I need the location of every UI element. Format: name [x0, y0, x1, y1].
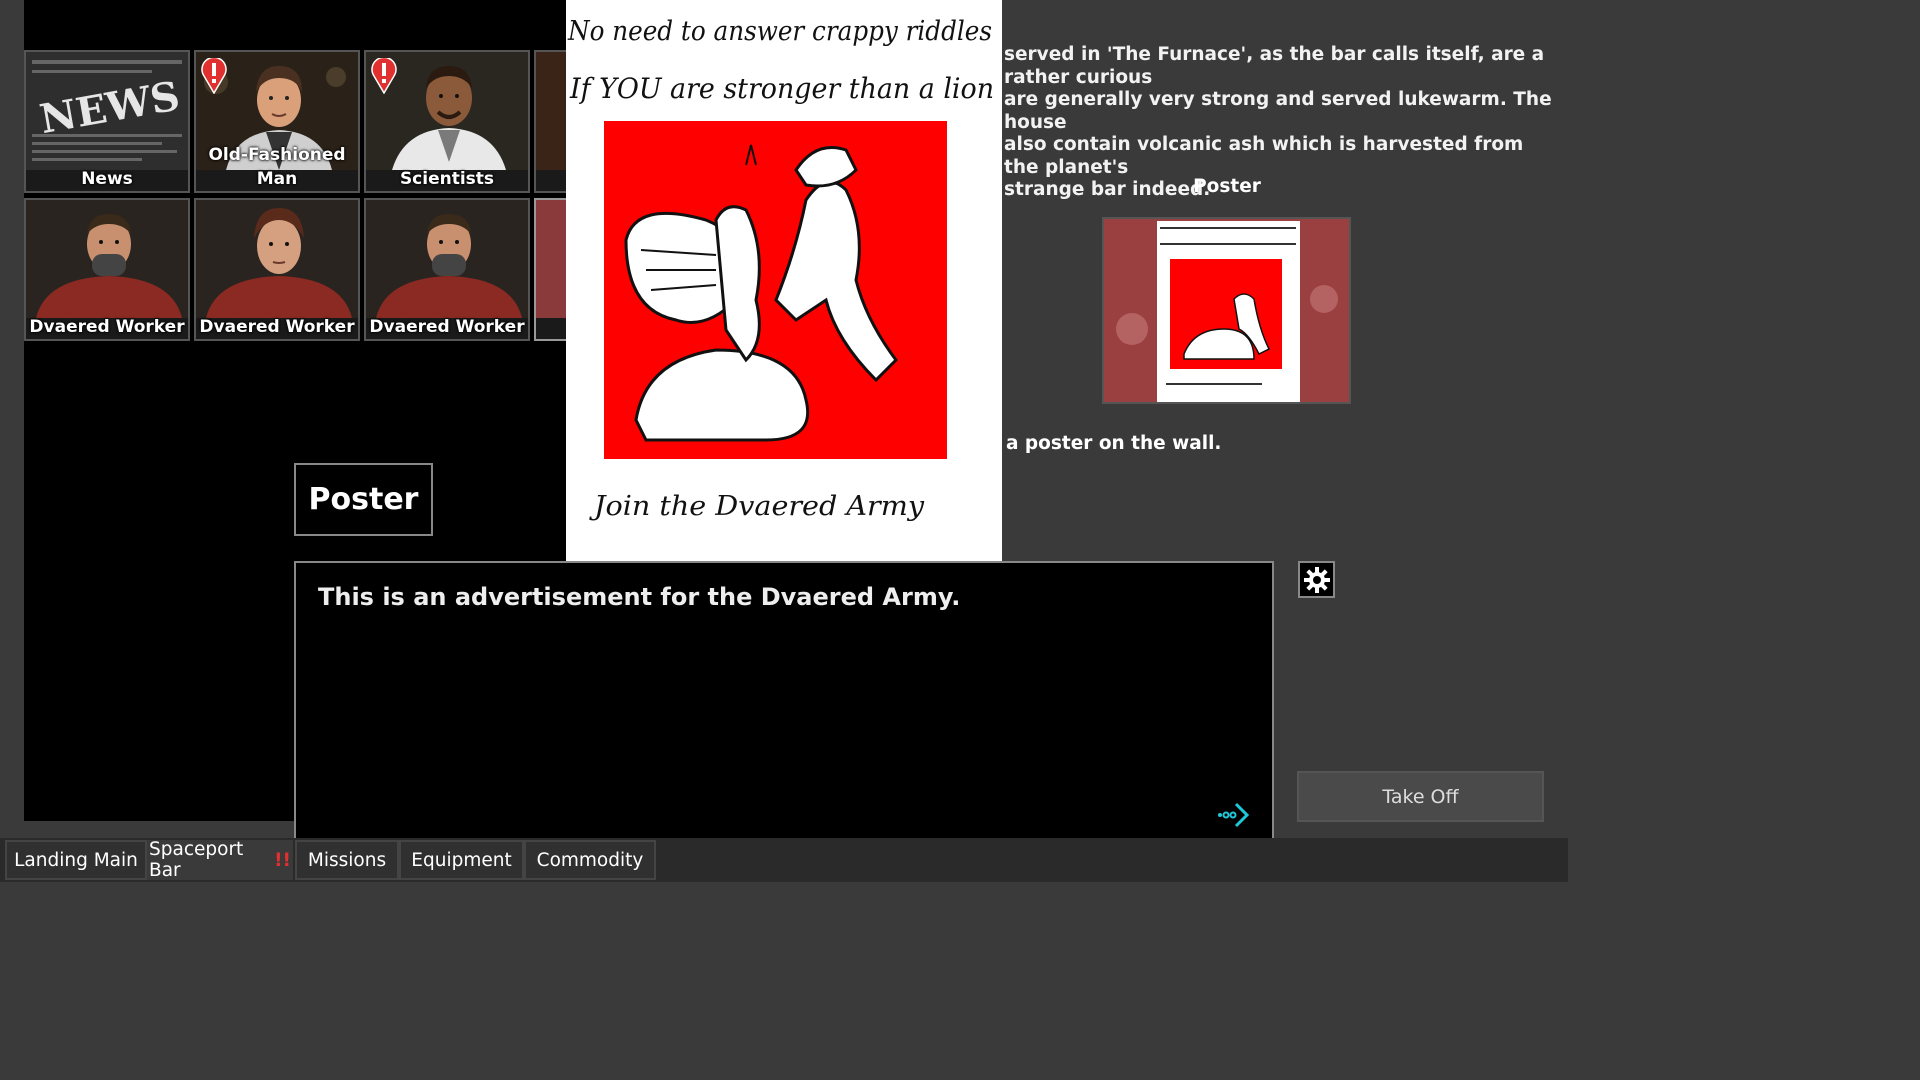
poster-footer: Join the Dvaered Army	[589, 491, 925, 522]
quest-alert-icon	[201, 58, 227, 94]
dvaered-worker-portrait	[196, 200, 358, 318]
tab-alert-marker: !!	[274, 849, 291, 871]
tab-equipment[interactable]: Equipment	[399, 840, 524, 880]
poster-image: No need to answer crappy riddles If YOU …	[566, 0, 1002, 561]
right-caption: a poster on the wall.	[1006, 433, 1222, 454]
npc-news[interactable]: NEWS News	[24, 50, 190, 193]
tab-commodity[interactable]: Commodity	[524, 840, 656, 880]
poster-line2: If YOU are stronger than a lion	[569, 72, 994, 105]
tab-landing-main[interactable]: Landing Main	[5, 840, 147, 880]
npc-label: News	[81, 169, 133, 189]
dialog-text: This is an advertisement for the Dvaered…	[318, 583, 961, 611]
gear-icon	[1303, 566, 1330, 593]
right-poster-label: Poster	[1193, 176, 1261, 197]
settings-button[interactable]	[1298, 561, 1335, 598]
npc-dvaered-worker-1[interactable]: Dvaered Worker	[24, 198, 190, 341]
tab-missions[interactable]: Missions	[295, 840, 399, 880]
npc-label: Dvaered Worker	[199, 317, 355, 337]
news-portrait: NEWS	[26, 52, 188, 170]
take-off-button[interactable]: Take Off	[1297, 771, 1544, 822]
npc-old-fashioned-man[interactable]: Old-Fashioned Man	[194, 50, 360, 193]
npc-label: Dvaered Worker	[369, 317, 525, 337]
dvaered-worker-portrait	[26, 200, 188, 318]
game-window: NEWS News Old-Fashioned Man Scientists D…	[0, 0, 1568, 882]
tab-label: Commodity	[536, 849, 644, 871]
npc-label: Scientists	[399, 169, 495, 189]
npc-label: Dvaered Worker	[29, 317, 185, 337]
tab-label: Equipment	[411, 849, 512, 871]
poster-line1: No need to answer crappy riddles	[567, 16, 992, 47]
tab-label: Missions	[307, 849, 387, 871]
tab-spaceport-bar[interactable]: Spaceport Bar !!	[147, 839, 293, 881]
npc-dvaered-worker-2[interactable]: Dvaered Worker	[194, 198, 360, 341]
poster-thumbnail[interactable]	[1102, 217, 1351, 404]
npc-label: Old-Fashioned Man	[208, 145, 346, 189]
tab-label: Spaceport Bar	[149, 839, 244, 881]
quest-alert-icon	[371, 58, 397, 94]
dvaered-worker-portrait	[366, 200, 528, 318]
tab-label: Landing Main	[14, 849, 138, 871]
poster-title: Poster	[294, 463, 433, 536]
npc-scientists[interactable]: Scientists	[364, 50, 530, 193]
tab-bar: Landing Main Spaceport Bar !! Missions E…	[0, 838, 1568, 882]
npc-dvaered-worker-3[interactable]: Dvaered Worker	[364, 198, 530, 341]
dialog-box: This is an advertisement for the Dvaered…	[294, 561, 1274, 845]
next-arrow-icon[interactable]	[1216, 801, 1250, 829]
